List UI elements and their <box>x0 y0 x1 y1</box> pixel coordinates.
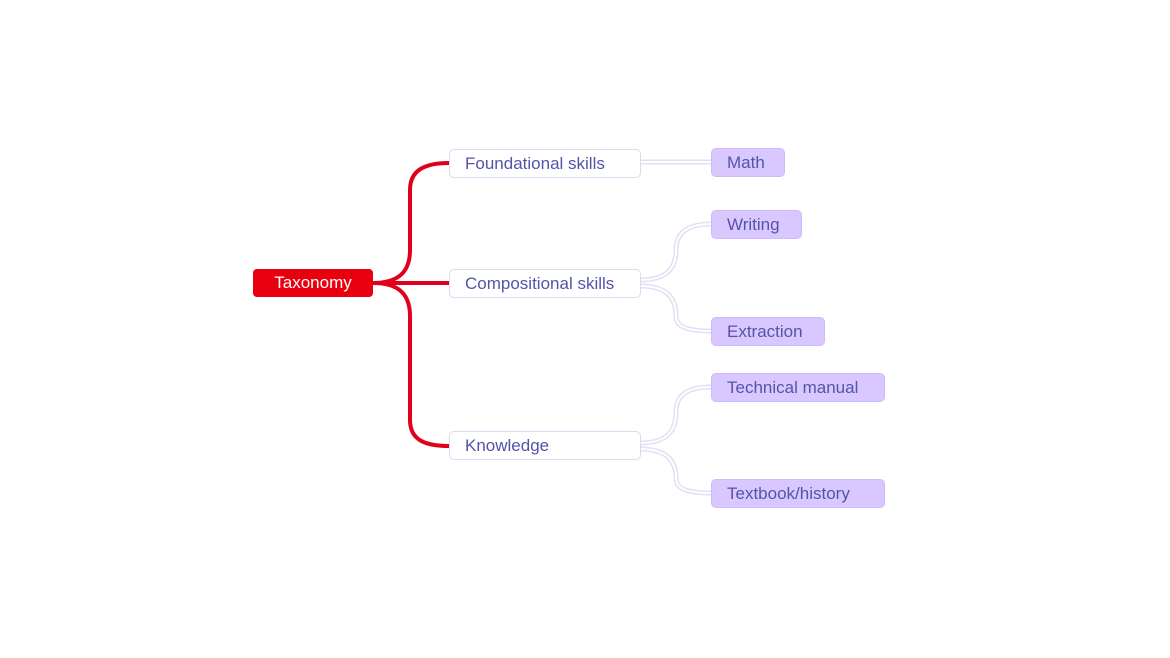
root-label: Taxonomy <box>274 273 352 292</box>
leaf-node-math[interactable]: Math <box>711 148 785 177</box>
leaf-node-textbook-history[interactable]: Textbook/history <box>711 479 885 508</box>
connector-layer <box>371 159 712 496</box>
leaf-node-extraction[interactable]: Extraction <box>711 317 825 346</box>
leaf-label: Textbook/history <box>727 483 850 503</box>
leaf-node-technical-manual[interactable]: Technical manual <box>711 373 885 402</box>
link-root-foundational <box>371 161 451 285</box>
root-node-taxonomy[interactable]: Taxonomy <box>253 269 373 297</box>
branch-label: Foundational skills <box>465 153 605 173</box>
branch-node-foundational-skills[interactable]: Foundational skills <box>449 149 641 178</box>
leaf-label: Technical manual <box>727 377 859 397</box>
leaf-label: Math <box>727 152 765 172</box>
leaf-label: Extraction <box>727 321 803 341</box>
branch-label: Compositional skills <box>465 273 615 293</box>
branch-node-knowledge[interactable]: Knowledge <box>449 431 641 460</box>
branch-label: Knowledge <box>465 435 550 455</box>
leaf-node-writing[interactable]: Writing <box>711 210 802 239</box>
branch-node-compositional-skills[interactable]: Compositional skills <box>449 269 641 298</box>
link-root-knowledge <box>371 281 451 448</box>
leaf-label: Writing <box>727 214 780 234</box>
